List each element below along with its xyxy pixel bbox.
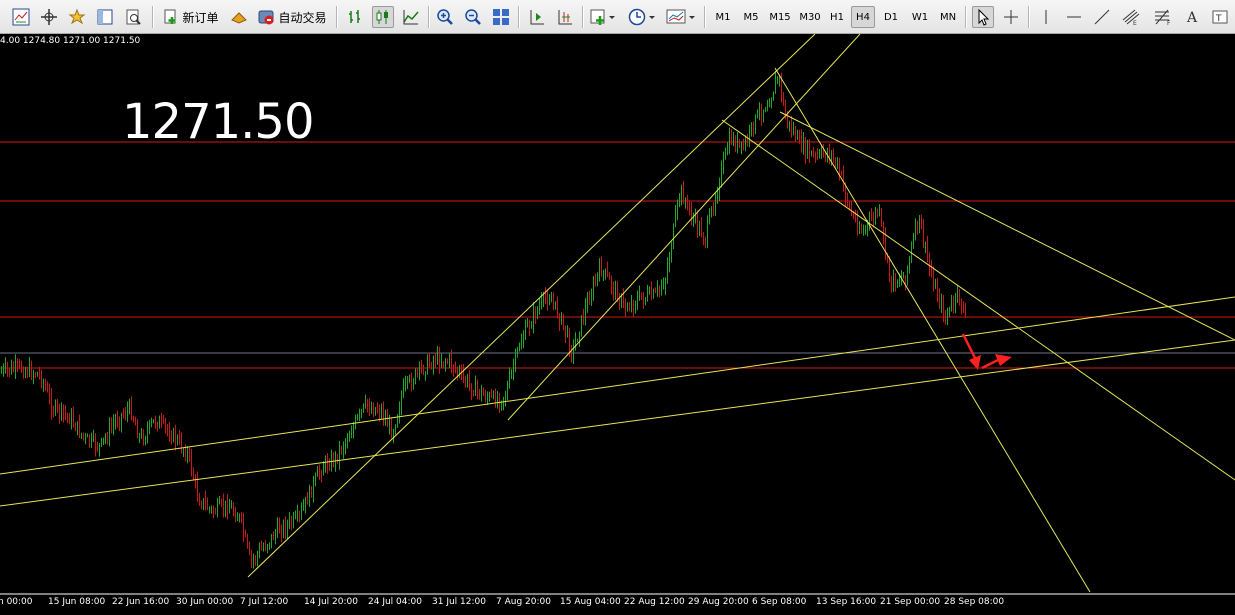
horizontal-line-icon[interactable] [1062,6,1086,28]
line-chart-icon[interactable] [400,6,422,28]
new-order-label: 新订单 [182,10,219,25]
time-axis-label: 24 Jul 04:00 [368,597,422,607]
bar-chart-icon[interactable] [344,6,366,28]
svg-text:T: T [1215,14,1222,24]
time-axis-label: 21 Sep 00:00 [880,597,941,607]
candlestick-chart-icon[interactable] [372,6,394,28]
time-axis-label: 13 Sep 16:00 [816,597,877,607]
separator [518,6,520,28]
time-axis-label: 7 Jul 12:00 [240,597,289,607]
timeframe-h1[interactable]: H1 [826,6,848,28]
current-price-label: 1271.50 [122,94,314,150]
crosshair-move-icon[interactable] [38,6,60,28]
time-axis-label: 15 Jun 08:00 [48,597,106,607]
navigator-icon[interactable] [94,6,116,28]
timeframe-m5[interactable]: M5 [738,6,764,28]
separator [704,6,706,28]
chart-shift-icon[interactable] [554,6,576,28]
separator [152,6,154,28]
tile-windows-icon[interactable] [490,6,512,28]
separator [582,6,584,28]
time-axis-label: 7 Aug 20:00 [496,597,551,607]
cursor-icon[interactable] [972,6,994,28]
svg-text:A: A [1186,10,1198,26]
timeframe-h4[interactable]: H4 [851,6,875,28]
separator [1028,6,1030,28]
time-axis-label: 30 Jun 00:00 [176,597,234,607]
timeframe-m15[interactable]: M15 [766,6,794,28]
fibonacci-retracement-icon[interactable]: F [1150,6,1176,28]
trendline-icon[interactable] [1090,6,1114,28]
time-axis-label: n 00:00 [0,597,33,607]
time-axis-label: 14 Jul 20:00 [304,597,358,607]
timeframe-m1[interactable]: M1 [710,6,736,28]
svg-text:F: F [1167,20,1171,26]
zoom-in-icon[interactable] [434,6,456,28]
new-chart-icon[interactable] [10,6,32,28]
separator [336,6,338,28]
equidistant-channel-icon[interactable]: E [1118,6,1144,28]
timeframe-mn[interactable]: MN [935,6,961,28]
vertical-line-icon[interactable] [1036,6,1056,28]
time-axis-label: 15 Aug 04:00 [560,597,621,607]
new-order-button[interactable]: 新订单 [160,6,222,28]
timeframe-m30[interactable]: M30 [796,6,824,28]
time-axis-label: 28 Sep 08:00 [944,597,1005,607]
time-axis-label: 6 Sep 08:00 [752,597,807,607]
svg-text:E: E [1133,20,1137,26]
separator [965,6,967,28]
time-axis-label: 22 Aug 12:00 [624,597,685,607]
zoom-out-icon[interactable] [462,6,484,28]
toolbar: 新订单 自动交易 M1 M5 M15 M30 H1 H4 D1 W1 MN E … [0,0,1235,34]
signals-icon[interactable] [228,6,250,28]
templates-dropdown[interactable] [664,6,698,28]
auto-trade-button[interactable]: 自动交易 [256,6,328,28]
strategy-tester-icon[interactable] [122,6,144,28]
timeframe-w1[interactable]: W1 [907,6,933,28]
separator [428,6,430,28]
ohlc-readout: 4.00 1274.80 1271.00 1271.50 [0,36,141,46]
auto-trade-label: 自动交易 [278,10,327,25]
text-label-icon[interactable]: T [1208,6,1232,28]
time-axis-label: 29 Aug 20:00 [688,597,749,607]
text-tool-icon[interactable]: A [1180,6,1204,28]
auto-scroll-icon[interactable] [526,6,548,28]
periods-dropdown[interactable] [626,6,658,28]
time-axis-label: 31 Jul 12:00 [432,597,486,607]
time-axis-label: 22 Jun 16:00 [112,597,170,607]
timeframe-d1[interactable]: D1 [879,6,903,28]
crosshair-icon[interactable] [1000,6,1022,28]
indicators-dropdown[interactable] [588,6,618,28]
favorites-icon[interactable] [66,6,88,28]
